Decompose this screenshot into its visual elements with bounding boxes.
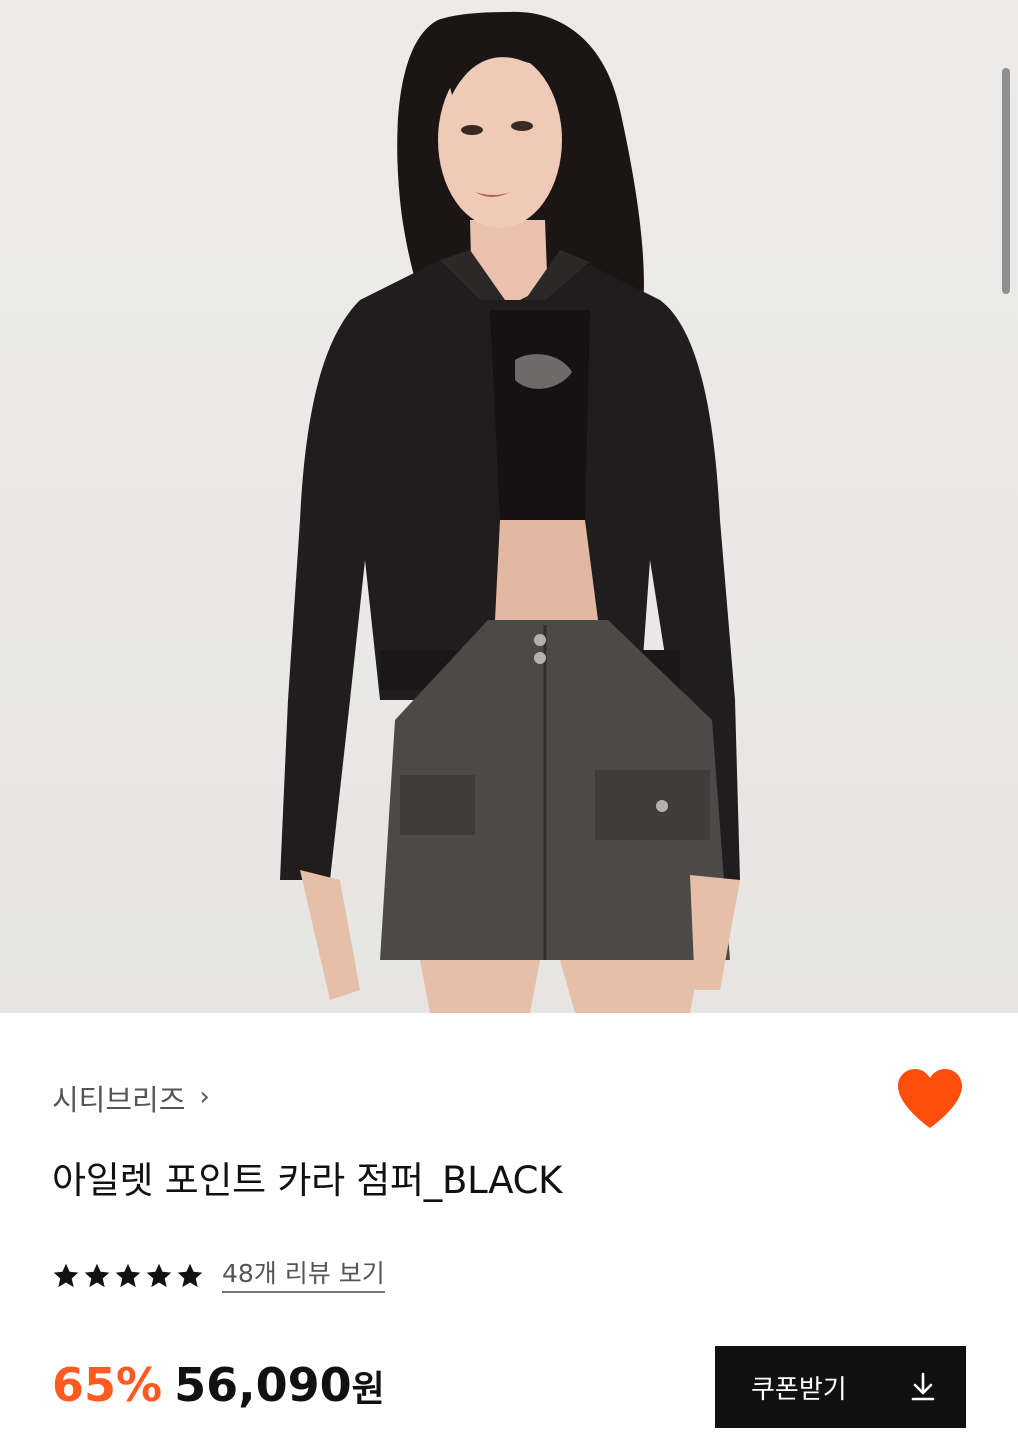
coupon-button[interactable]: 쿠폰받기 <box>715 1346 966 1428</box>
discount-rate: 65% <box>52 1358 163 1412</box>
review-link[interactable]: 48개 리뷰 보기 <box>222 1259 385 1293</box>
star-icon <box>177 1263 203 1288</box>
price-unit: 원 <box>351 1369 385 1410</box>
star-icon <box>146 1263 172 1288</box>
rating-row: 48개 리뷰 보기 <box>52 1258 385 1294</box>
coupon-button-label: 쿠폰받기 <box>751 1374 847 1405</box>
star-icon <box>115 1263 141 1288</box>
brand-name: 시티브리즈 <box>52 1083 186 1117</box>
product-title: 아일렛 포인트 카라 점퍼_BLACK <box>52 1159 563 1202</box>
star-icon <box>84 1263 110 1288</box>
price-value: 56,090 <box>174 1358 352 1412</box>
download-icon <box>911 1372 935 1401</box>
wishlist-button[interactable] <box>896 1068 964 1130</box>
heart-icon <box>898 1069 962 1128</box>
star-icon <box>53 1263 79 1288</box>
product-detail-page: 시티브리즈 › 아일렛 포인트 카라 점퍼_BLACK 48개 리뷰 보기 65… <box>0 0 1018 1440</box>
product-photo-illustration <box>280 11 740 1013</box>
chevron-right-icon: › <box>199 1082 210 1112</box>
star-rating <box>52 1262 204 1290</box>
scrollbar[interactable] <box>1002 68 1010 294</box>
price-row: 65% 56,090원 <box>52 1358 385 1418</box>
product-image[interactable] <box>0 0 1018 1013</box>
sale-price: 56,090원 <box>174 1358 385 1412</box>
brand-link[interactable]: 시티브리즈 › <box>52 1078 210 1118</box>
